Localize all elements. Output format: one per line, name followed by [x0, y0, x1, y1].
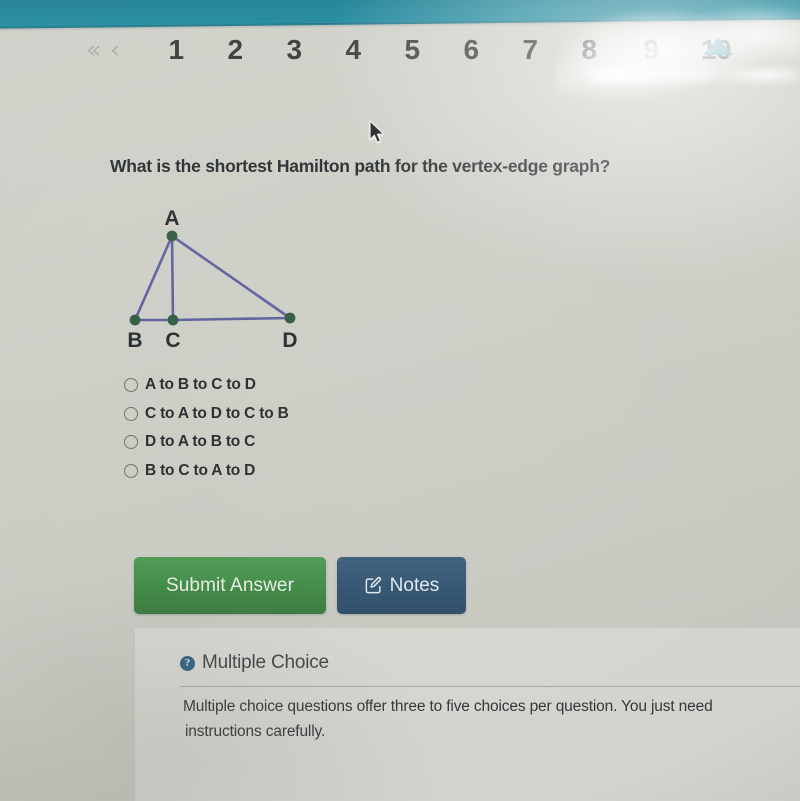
radio-button-4[interactable]: [124, 463, 138, 478]
screenshot-root: « ‹ 1 2 3 4 5 6 7 8 9 10 What is the sho…: [0, 0, 800, 801]
radio-button-1[interactable]: [124, 378, 138, 393]
vertex-edge-graph-figure: A B C D: [110, 205, 330, 355]
page-link-8[interactable]: 8: [572, 34, 606, 66]
page-link-7[interactable]: 7: [513, 34, 547, 66]
info-body-line-1: Multiple choice questions offer three to…: [183, 698, 713, 715]
vertex-label-a: A: [164, 207, 180, 230]
graph-vertex-b: [129, 314, 141, 326]
option-label-3: D to A to B to C: [145, 433, 256, 451]
graph-edge-ab: [133, 234, 174, 322]
option-label-2: C to A to D to C to B: [145, 404, 289, 422]
notes-button[interactable]: Notes: [337, 557, 466, 614]
vertex-label-d: D: [282, 329, 298, 352]
answer-options: A to B to C to D C to A to D to C to B D…: [124, 371, 454, 485]
page-link-9[interactable]: 9: [634, 34, 668, 66]
graph-vertex-a: [166, 230, 178, 242]
radio-button-3[interactable]: [124, 435, 138, 450]
current-page-marker: [703, 38, 733, 55]
page-link-6[interactable]: 6: [454, 34, 488, 66]
action-bar: Submit Answer Notes: [134, 557, 466, 614]
option-label-4: B to C to A to D: [145, 461, 256, 479]
submit-answer-button[interactable]: Submit Answer: [134, 557, 326, 614]
graph-vertex-c: [167, 314, 179, 326]
page-link-1[interactable]: 1: [159, 34, 193, 66]
question-pagination: « ‹ 1 2 3 4 5 6 7 8 9 10: [0, 34, 800, 84]
vertex-label-b: B: [127, 329, 143, 352]
question-text: What is the shortest Hamilton path for t…: [110, 156, 611, 176]
info-body-line-2: instructions carefully.: [185, 723, 326, 740]
page-link-3[interactable]: 3: [277, 34, 311, 66]
info-panel-body: Multiple choice questions offer three to…: [183, 694, 800, 744]
graph-vertex-d: [284, 312, 296, 324]
option-row-2[interactable]: C to A to D to C to B: [124, 400, 454, 429]
info-panel-title: Multiple Choice: [202, 652, 329, 673]
page-link-5[interactable]: 5: [395, 34, 429, 66]
help-circle-icon: ?: [180, 655, 195, 671]
info-panel-divider: [180, 686, 800, 687]
edit-square-icon: [364, 576, 383, 595]
vertex-label-c: C: [165, 329, 181, 352]
option-row-4[interactable]: B to C to A to D: [124, 457, 454, 486]
page-link-2[interactable]: 2: [218, 34, 252, 66]
mouse-pointer-icon: [368, 120, 388, 151]
double-chevron-left-icon[interactable]: «: [86, 34, 101, 66]
graph-edge-ad: [170, 234, 292, 320]
option-label-1: A to B to C to D: [145, 376, 256, 394]
option-row-3[interactable]: D to A to B to C: [124, 428, 454, 457]
notes-button-label: Notes: [389, 574, 440, 596]
chevron-left-icon[interactable]: ‹: [110, 34, 120, 66]
page-link-4[interactable]: 4: [336, 34, 370, 66]
graph-edges: [133, 234, 292, 322]
graph-edge-cd: [171, 316, 292, 322]
radio-button-2[interactable]: [124, 406, 138, 421]
question-type-info-panel: ? Multiple Choice Multiple choice questi…: [135, 628, 800, 801]
option-row-1[interactable]: A to B to C to D: [124, 371, 454, 400]
graph-edge-ac: [170, 234, 175, 322]
info-panel-header: ? Multiple Choice: [180, 652, 329, 674]
